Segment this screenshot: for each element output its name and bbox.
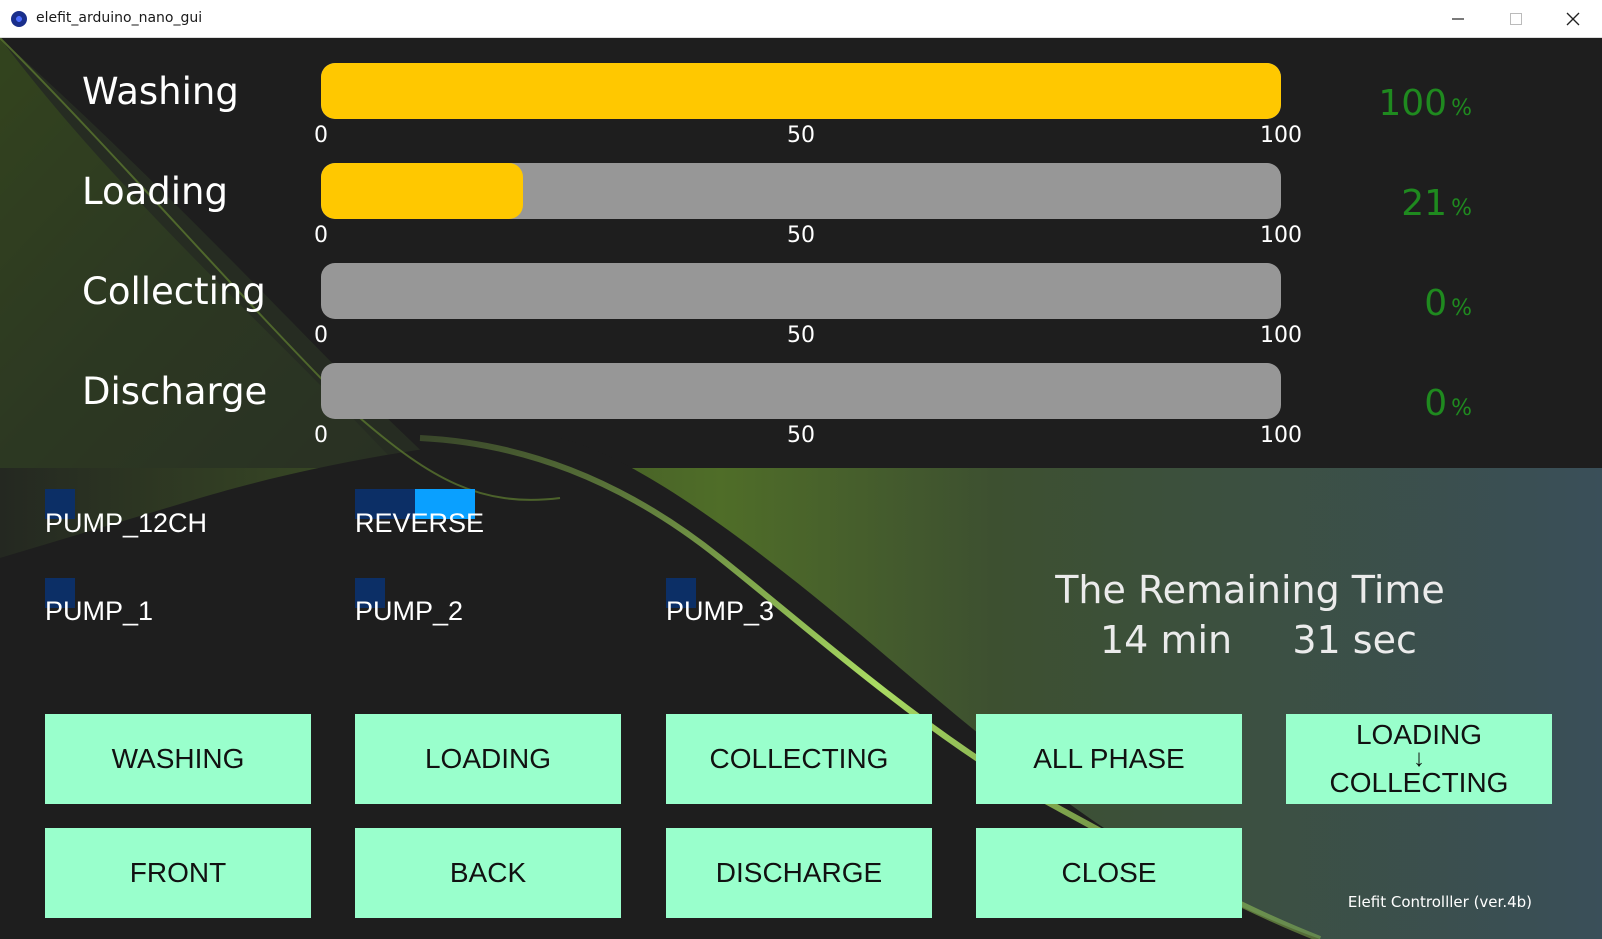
percent-value: 21 (1401, 183, 1448, 224)
arrow-down-icon: ↓ (1413, 745, 1425, 772)
remaining-seconds: 31 (1292, 618, 1341, 662)
window-title: elefit_arduino_nano_gui (36, 10, 203, 26)
loading-button[interactable]: LOADING (355, 714, 621, 804)
close-icon[interactable] (1544, 0, 1602, 38)
maximize-icon[interactable] (1487, 0, 1545, 38)
back-button[interactable]: BACK (355, 828, 621, 918)
percent-readout: 0% (1424, 383, 1472, 424)
discharge-button[interactable]: DISCHARGE (666, 828, 932, 918)
percent-readout: 100% (1378, 83, 1472, 124)
pump-12ch-label: PUMP_12CH (45, 508, 208, 538)
pump-1-label: PUMP_1 (45, 596, 154, 626)
percent-unit: % (1451, 196, 1472, 221)
remaining-time-title: The Remaining Time (1055, 568, 1445, 612)
tick-label: 100 (1260, 223, 1302, 248)
tick-label: 50 (787, 123, 815, 148)
title-bar[interactable]: elefit_arduino_nano_gui (0, 0, 1602, 38)
tick-label: 0 (314, 123, 328, 148)
progress-bar (321, 363, 1281, 419)
progress-bar (321, 163, 1281, 219)
remaining-minutes: 14 (1100, 618, 1149, 662)
percent-value: 0 (1424, 383, 1448, 424)
remaining-sec-unit: sec (1352, 618, 1417, 662)
pump-2-label: PUMP_2 (355, 596, 464, 626)
progress-bar (321, 63, 1281, 119)
remaining-time-values: 14 min 31 sec (1100, 618, 1417, 662)
loading-collecting-bottom: COLLECTING (1329, 767, 1509, 798)
close-button[interactable]: CLOSE (976, 828, 1242, 918)
tick-label: 0 (314, 223, 328, 248)
tick-label: 50 (787, 223, 815, 248)
washing-button[interactable]: WASHING (45, 714, 311, 804)
percent-readout: 21% (1401, 183, 1472, 224)
percent-value: 0 (1424, 283, 1448, 324)
percent-unit: % (1451, 396, 1472, 421)
tick-label: 0 (314, 323, 328, 348)
app-window: elefit_arduino_nano_gui Washing 0 50 100… (0, 0, 1602, 939)
front-button[interactable]: FRONT (45, 828, 311, 918)
tick-label: 100 (1260, 123, 1302, 148)
phase-label: Discharge (82, 370, 268, 413)
percent-unit: % (1451, 96, 1472, 121)
phase-label: Loading (82, 170, 228, 213)
version-label: Elefit Controlller (ver.4b) (1347, 893, 1532, 911)
loading-collecting-button[interactable]: LOADING ↓ COLLECTING (1286, 714, 1552, 804)
remaining-min-unit: min (1160, 618, 1233, 662)
tick-label: 50 (787, 423, 815, 448)
progress-bar (321, 263, 1281, 319)
progress-fill (321, 63, 1281, 119)
tick-label: 100 (1260, 423, 1302, 448)
percent-readout: 0% (1424, 283, 1472, 324)
tick-label: 100 (1260, 323, 1302, 348)
all-phase-button[interactable]: ALL PHASE (976, 714, 1242, 804)
progress-fill (321, 163, 523, 219)
tick-label: 0 (314, 423, 328, 448)
minimize-icon[interactable] (1429, 0, 1487, 38)
percent-unit: % (1451, 296, 1472, 321)
tick-label: 50 (787, 323, 815, 348)
percent-value: 100 (1378, 83, 1448, 124)
phase-label: Collecting (82, 270, 266, 313)
collecting-button[interactable]: COLLECTING (666, 714, 932, 804)
reverse-label: REVERSE (355, 508, 485, 538)
pump-3-label: PUMP_3 (666, 596, 775, 626)
main-panel: Washing 0 50 100 100% Loading 0 50 100 2… (0, 38, 1602, 939)
phase-label: Washing (82, 70, 239, 113)
app-icon (11, 11, 27, 27)
